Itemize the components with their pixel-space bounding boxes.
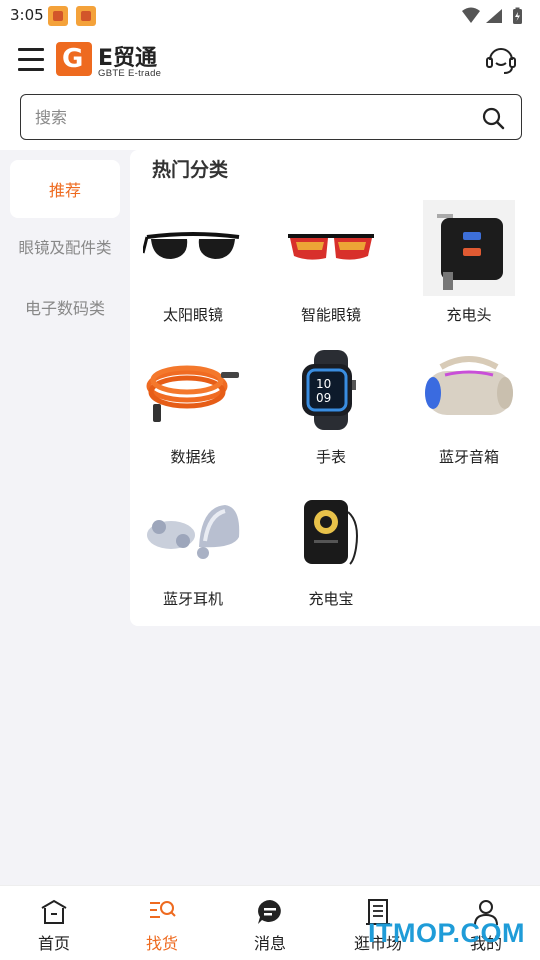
watch-icon: 10 09 — [302, 350, 356, 430]
category-label: 智能眼镜 — [300, 306, 361, 324]
category-watch[interactable]: 10 09 手表 — [268, 338, 394, 474]
nav-home[interactable]: 首页 — [0, 886, 108, 960]
search-icon[interactable] — [481, 106, 505, 130]
category-label: 充电头 — [446, 306, 492, 324]
customer-service-icon[interactable] — [484, 44, 518, 76]
logo-subtitle: GBTE E-trade — [98, 68, 162, 79]
section-title: 热门分类 — [152, 159, 229, 181]
category-label: 蓝牙耳机 — [162, 590, 223, 608]
sunglasses-icon — [143, 232, 240, 259]
nav-find-goods[interactable]: 找货 — [108, 886, 216, 960]
category-speaker[interactable]: 蓝牙音箱 — [406, 338, 532, 474]
cable-icon — [146, 365, 239, 422]
menu-icon[interactable] — [16, 44, 46, 74]
category-smart-glasses[interactable]: 智能眼镜 — [268, 196, 394, 332]
svg-text:10: 10 — [316, 377, 331, 391]
home-icon — [41, 899, 67, 924]
sidebar-item-eyewear[interactable]: 眼镜及配件类 — [6, 218, 124, 276]
category-label: 蓝牙音箱 — [438, 448, 499, 466]
status-indicators-icon — [462, 7, 522, 24]
nav-label: 首页 — [37, 934, 70, 953]
category-panel: 热门分类 太阳眼镜 智能眼镜 充电头 数据线 10 09 手表 蓝牙音箱 蓝牙耳… — [130, 150, 540, 626]
app-logo: E贸通 GBTE E-trade — [56, 40, 176, 80]
notification-app-icon — [48, 6, 68, 26]
sidebar-item-electronics[interactable]: 电子数码类 — [10, 278, 120, 336]
watermark: ITMOP.COM — [368, 918, 526, 948]
svg-text:09: 09 — [316, 391, 331, 405]
category-label: 数据线 — [170, 448, 216, 466]
category-sunglasses[interactable]: 太阳眼镜 — [130, 196, 256, 332]
search-input[interactable] — [35, 95, 455, 139]
notification-app-icon — [76, 6, 96, 26]
smart-glasses-icon — [288, 234, 374, 260]
category-sidebar: 推荐 眼镜及配件类 电子数码类 — [0, 150, 130, 885]
category-label: 手表 — [315, 448, 346, 466]
category-label: 太阳眼镜 — [162, 306, 223, 324]
header: E贸通 GBTE E-trade — [0, 32, 540, 150]
message-icon — [258, 900, 281, 924]
category-power-bank[interactable]: 充电宝 — [268, 480, 394, 616]
speaker-icon — [425, 356, 513, 415]
nav-messages[interactable]: 消息 — [216, 886, 324, 960]
earbuds-icon — [147, 505, 240, 559]
category-bluetooth-earbuds[interactable]: 蓝牙耳机 — [130, 480, 256, 616]
category-cable[interactable]: 数据线 — [130, 338, 256, 474]
charger-icon — [423, 200, 515, 296]
nav-label: 找货 — [145, 934, 178, 953]
category-charger[interactable]: 充电头 — [406, 196, 532, 332]
status-time: 3:05 — [10, 6, 44, 24]
nav-label: 消息 — [253, 934, 286, 953]
status-bar: 3:05 — [0, 0, 540, 32]
category-label: 充电宝 — [308, 590, 354, 608]
find-goods-icon — [150, 901, 176, 918]
power-bank-icon — [304, 500, 358, 565]
sidebar-item-recommended[interactable]: 推荐 — [10, 160, 120, 218]
logo-mark-icon — [56, 42, 92, 76]
search-box — [20, 94, 522, 140]
